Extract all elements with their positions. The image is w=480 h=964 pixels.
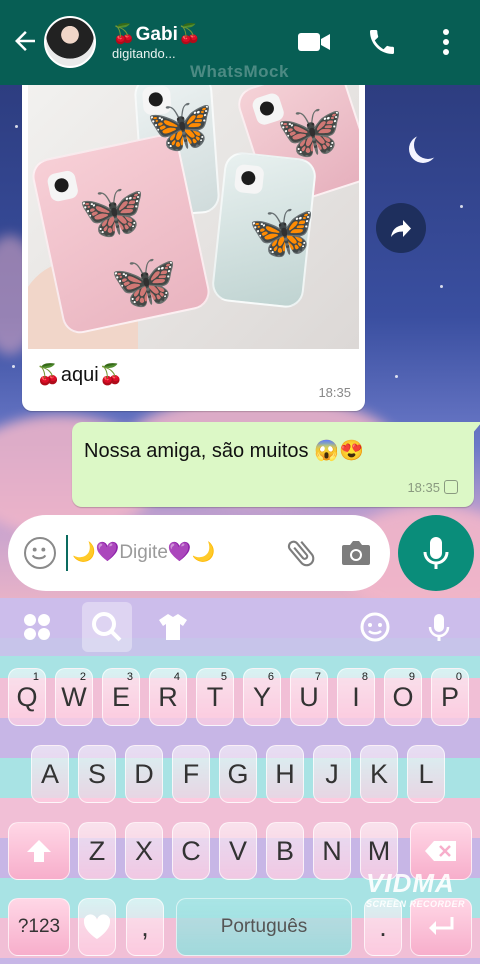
back-arrow-icon[interactable] (10, 26, 40, 56)
image-caption: 🍒aqui🍒 (36, 364, 124, 386)
key-l[interactable]: L (407, 745, 445, 803)
moon-decoration (414, 131, 442, 159)
key-i[interactable]: 8I (337, 668, 375, 726)
comma-key[interactable]: , (126, 898, 164, 956)
outgoing-timestamp: 18:35 (407, 480, 440, 495)
message-input[interactable]: 🌙💜Digite💜🌙 (66, 535, 236, 571)
outgoing-message[interactable]: Nossa amiga, são muitos 😱😍 18:35 (72, 422, 480, 507)
keyboard-toolbar (0, 598, 480, 656)
key-r[interactable]: 4R (149, 668, 187, 726)
sticker-icon[interactable] (358, 610, 392, 644)
voice-record-button[interactable] (398, 515, 474, 591)
key-a[interactable]: A (31, 745, 69, 803)
keyboard-search-button[interactable] (82, 602, 132, 652)
keyboard: 1Q 2W 3E 4R 5T 6Y 7U 8I 9O 0P A S D F G … (0, 598, 480, 964)
app-watermark: WhatsMock (190, 62, 289, 81)
key-d[interactable]: D (125, 745, 163, 803)
backspace-icon (425, 841, 456, 861)
apps-grid-icon[interactable] (20, 610, 54, 644)
attach-icon[interactable] (284, 535, 318, 571)
emoji-key[interactable] (78, 898, 116, 956)
key-v[interactable]: V (219, 822, 257, 880)
shift-key[interactable] (8, 822, 70, 880)
key-e[interactable]: 3E (102, 668, 140, 726)
camera-icon[interactable] (340, 539, 372, 567)
key-u[interactable]: 7U (290, 668, 328, 726)
key-o[interactable]: 9O (384, 668, 422, 726)
microphone-icon (423, 537, 449, 569)
pending-clock-icon (444, 480, 458, 494)
chat-header: 🍒Gabi🍒 digitando... WhatsMock (0, 0, 480, 85)
key-y[interactable]: 6Y (243, 668, 281, 726)
symbols-key[interactable]: ?123 (8, 898, 70, 956)
search-icon (92, 612, 122, 642)
forward-icon[interactable] (376, 203, 426, 253)
video-call-icon[interactable] (296, 26, 332, 58)
key-h[interactable]: H (266, 745, 304, 803)
contact-avatar[interactable] (44, 16, 96, 68)
key-x[interactable]: X (125, 822, 163, 880)
space-bar[interactable]: Português (176, 898, 352, 956)
message-composer: 🌙💜Digite💜🌙 (8, 515, 390, 591)
shift-arrow-icon (27, 840, 51, 862)
chat-area[interactable]: 🦋 🦋 🦋 🦋 🦋 🍒aqui🍒 18:35 Nossa amiga, são … (0, 85, 480, 600)
incoming-image-message[interactable]: 🦋 🦋 🦋 🦋 🦋 🍒aqui🍒 18:35 (22, 85, 365, 411)
heart-icon (83, 914, 111, 939)
more-options-icon[interactable] (430, 26, 462, 58)
key-z[interactable]: Z (78, 822, 116, 880)
key-p[interactable]: 0P (431, 668, 469, 726)
typing-status: digitando... (112, 46, 176, 61)
voice-input-icon[interactable] (422, 610, 456, 644)
key-t[interactable]: 5T (196, 668, 234, 726)
key-n[interactable]: N (313, 822, 351, 880)
key-f[interactable]: F (172, 745, 210, 803)
screen-recorder-watermark: VIDMA SCREEN RECORDER (366, 868, 466, 909)
contact-name[interactable]: 🍒Gabi🍒 (112, 22, 202, 46)
key-c[interactable]: C (172, 822, 210, 880)
enter-arrow-icon (429, 917, 454, 935)
key-q[interactable]: 1Q (8, 668, 46, 726)
phone-cases-photo[interactable]: 🦋 🦋 🦋 🦋 🦋 (28, 85, 359, 349)
key-g[interactable]: G (219, 745, 257, 803)
incoming-timestamp: 18:35 (318, 385, 351, 400)
voice-call-icon[interactable] (364, 26, 400, 58)
emoji-icon[interactable] (24, 537, 56, 569)
key-w[interactable]: 2W (55, 668, 93, 726)
outgoing-message-text: Nossa amiga, são muitos 😱😍 (84, 440, 364, 462)
key-j[interactable]: J (313, 745, 351, 803)
theme-shirt-icon[interactable] (156, 610, 190, 644)
key-s[interactable]: S (78, 745, 116, 803)
key-b[interactable]: B (266, 822, 304, 880)
key-k[interactable]: K (360, 745, 398, 803)
